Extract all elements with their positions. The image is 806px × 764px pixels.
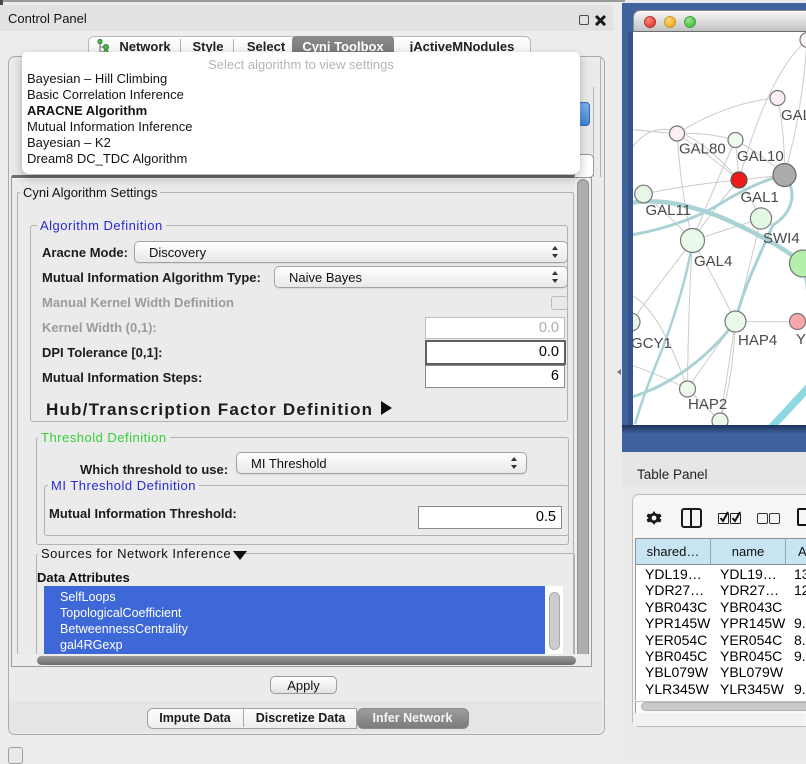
svg-text:YEL: YEL: [796, 331, 806, 348]
svg-text:GCY1: GCY1: [633, 335, 672, 352]
svg-text:GAL59: GAL59: [781, 107, 806, 124]
svg-text:GAL80: GAL80: [679, 141, 726, 158]
svg-text:GAL11: GAL11: [646, 202, 692, 219]
svg-text:HAP2: HAP2: [688, 396, 727, 413]
svg-text:GAL4: GAL4: [694, 253, 732, 270]
svg-text:HAP4: HAP4: [738, 332, 777, 349]
svg-text:GAL10: GAL10: [737, 148, 784, 165]
svg-text:SWI4: SWI4: [763, 230, 800, 247]
svg-text:GAL1: GAL1: [741, 189, 779, 206]
